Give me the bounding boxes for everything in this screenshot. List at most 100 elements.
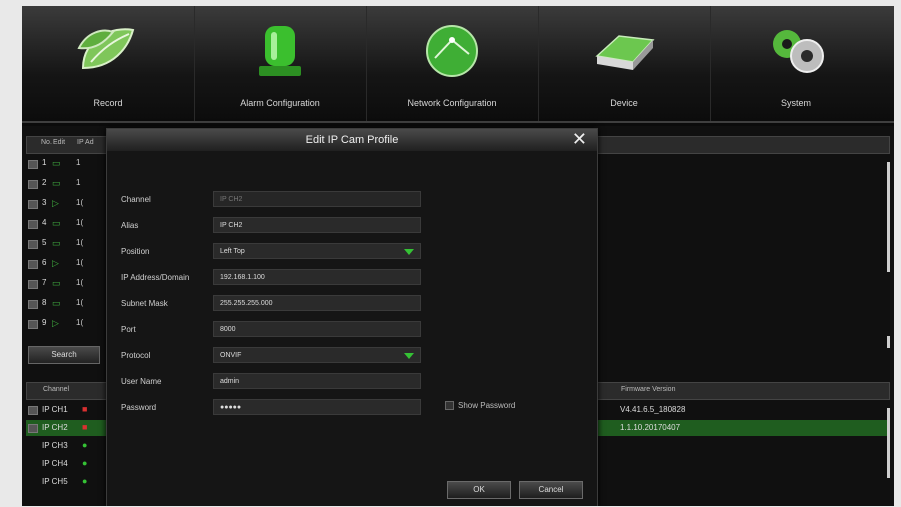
camera-row[interactable]: 9 ▷ 1( [26,316,110,332]
chevron-down-icon[interactable] [404,353,414,359]
col-no: No. [41,139,52,146]
delete-icon[interactable]: ■ [82,404,87,414]
menu-network-configuration[interactable]: Network Configuration [366,6,539,121]
channel-name: IP CH2 [42,423,68,432]
row-number: 5 [42,238,47,247]
show-password-label: Show Password [458,401,516,410]
channel-name: IP CH5 [42,477,68,486]
subnet-mask-label: Subnet Mask [121,299,168,308]
menu-device-label: Device [610,98,638,108]
channel-list-scrollbar[interactable] [887,408,890,478]
ok-button[interactable]: OK [447,481,511,499]
menu-network-configuration-label: Network Configuration [407,98,497,108]
edit-icon[interactable]: ▭ [52,218,61,229]
menu-system-label: System [780,98,811,108]
alias-field[interactable]: IP CH2 [213,217,421,233]
camera-list-scrollbar[interactable] [887,162,890,272]
camera-row[interactable]: 3 ▷ 1( [26,196,110,212]
position-label: Position [121,247,150,256]
dvr-screen: Record Alarm Configuration Network Confi… [22,6,894,506]
alias-label: Alias [121,221,139,230]
chevron-down-icon[interactable] [404,249,414,255]
close-icon[interactable]: ✕ [572,129,587,149]
row-ip: 1( [76,318,84,327]
position-select[interactable]: Left Top [213,243,421,259]
row-number: 2 [42,178,47,187]
edit-icon[interactable]: ▭ [52,298,61,309]
row-checkbox[interactable] [28,300,38,309]
row-checkbox[interactable] [28,200,38,209]
port-field[interactable]: 8000 [213,321,421,337]
ip-address-field[interactable]: 192.168.1.100 [213,269,421,285]
menu-device[interactable]: Device [538,6,711,121]
camera-row[interactable]: 2 ▭ 1 [26,176,110,192]
row-checkbox[interactable] [28,424,38,433]
password-field[interactable]: ●●●●● [213,399,421,415]
menu-alarm-configuration[interactable]: Alarm Configuration [194,6,367,121]
row-checkbox[interactable] [28,180,38,189]
password-label: Password [121,403,157,412]
row-ip: 1( [76,278,84,287]
menu-record[interactable]: Record [22,6,195,121]
col-edit: Edit [53,139,66,146]
search-button[interactable]: Search [28,346,100,364]
delete-icon[interactable]: ■ [82,422,87,432]
add-icon[interactable]: ● [82,476,87,486]
camera-row[interactable]: 5 ▭ 1( [26,236,110,252]
edit-icon[interactable]: ▭ [52,178,61,189]
edit-icon[interactable]: ▭ [52,158,61,169]
user-name-label: User Name [121,377,162,386]
menu-alarm-configuration-label: Alarm Configuration [240,98,320,108]
row-checkbox[interactable] [28,280,38,289]
user-name-field[interactable]: admin [213,373,421,389]
gears-icon [773,30,824,73]
camera-row[interactable]: 6 ▷ 1( [26,256,110,272]
protocol-value: ONVIF [220,352,242,359]
row-number: 6 [42,258,47,267]
row-checkbox[interactable] [28,220,38,229]
row-checkbox[interactable] [28,406,38,415]
camera-row[interactable]: 7 ▭ 1( [26,276,110,292]
edit-icon[interactable]: ▭ [52,238,61,249]
row-ip: 1( [76,218,84,227]
subnet-mask-field[interactable]: 255.255.255.000 [213,295,421,311]
protocol-select[interactable]: ONVIF [213,347,421,363]
cancel-button[interactable]: Cancel [519,481,583,499]
channel-field: IP CH2 [213,191,421,207]
row-number: 3 [42,198,47,207]
firmware-version: V4.41.6.5_180828 [620,405,686,414]
network-globe-icon [426,25,478,77]
position-value: Left Top [220,248,245,255]
protocol-label: Protocol [121,351,151,360]
row-ip: 1( [76,258,84,267]
row-checkbox[interactable] [28,260,38,269]
menu-system[interactable]: System [710,6,882,121]
add-icon[interactable]: ● [82,440,87,450]
row-number: 1 [42,158,47,167]
ip-address-label: IP Address/Domain [121,273,190,282]
menu-record-label: Record [93,98,123,108]
edit-icon[interactable]: ▷ [52,318,59,329]
row-number: 7 [42,278,47,287]
firmware-version: 1.1.10.20170407 [620,423,681,432]
alarm-light-icon [259,26,301,76]
row-checkbox[interactable] [28,320,38,329]
camera-row[interactable]: 8 ▭ 1( [26,296,110,312]
channel-name: IP CH1 [42,405,68,414]
camera-list-scroll-end [887,336,890,348]
edit-icon[interactable]: ▭ [52,278,61,289]
main-menu-bar: Record Alarm Configuration Network Confi… [22,6,894,123]
add-icon[interactable]: ● [82,458,87,468]
dialog-title: Edit IP Cam Profile [305,134,399,146]
row-checkbox[interactable] [28,160,38,169]
show-password-toggle[interactable]: Show Password [445,401,516,411]
camera-row[interactable]: 1 ▭ 1 [26,156,110,172]
camera-row[interactable]: 4 ▭ 1( [26,216,110,232]
row-number: 9 [42,318,47,327]
row-ip: 1 [76,158,81,167]
show-password-checkbox[interactable] [445,401,454,411]
row-ip: 1( [76,198,84,207]
edit-icon[interactable]: ▷ [52,198,59,209]
row-checkbox[interactable] [28,240,38,249]
edit-icon[interactable]: ▷ [52,258,59,269]
